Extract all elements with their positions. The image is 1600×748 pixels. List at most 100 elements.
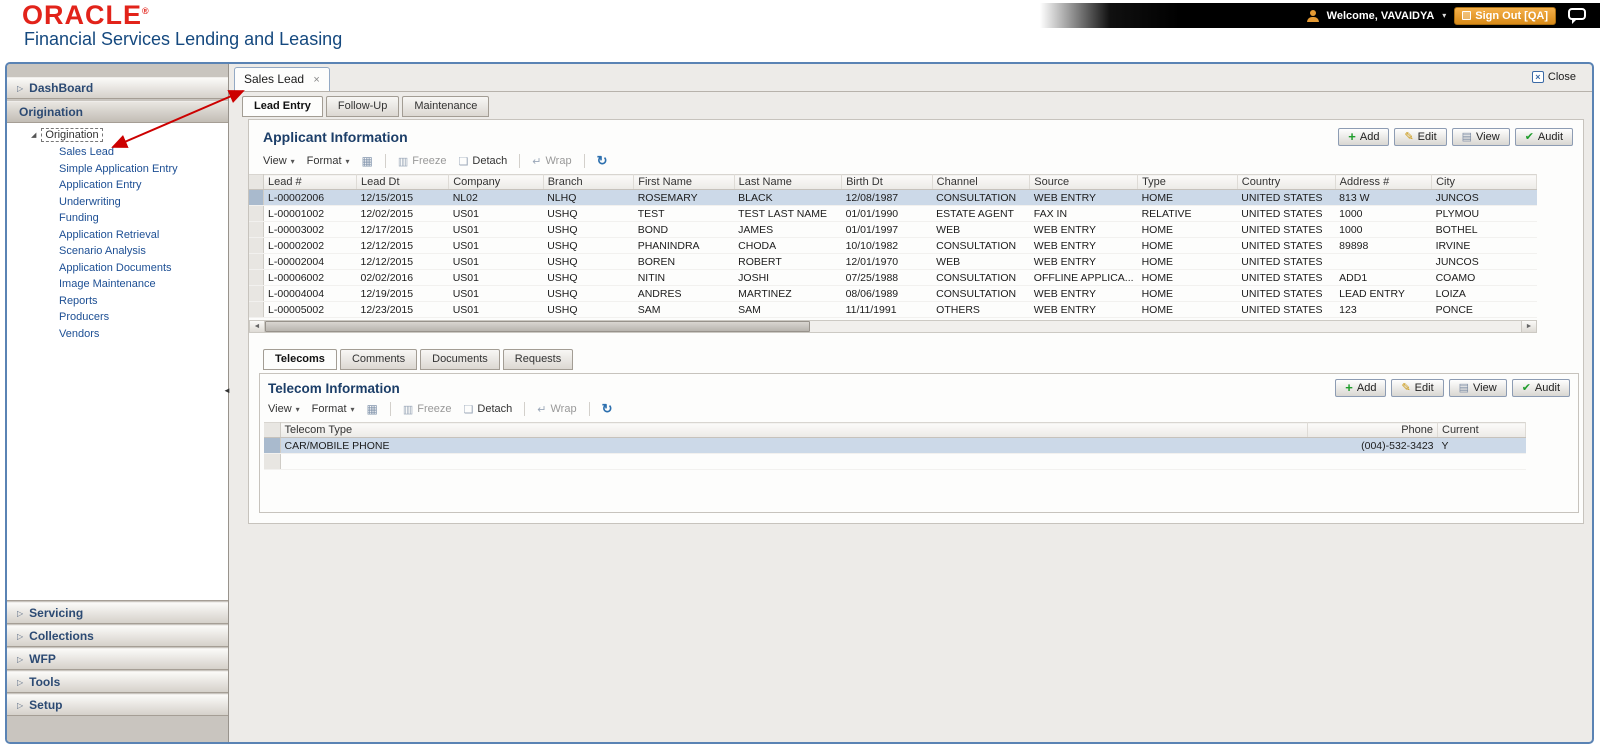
cell: 12/17/2015 — [356, 221, 449, 238]
horizontal-scrollbar[interactable]: ◄ ► — [249, 320, 1537, 333]
row-gutter[interactable] — [264, 437, 281, 454]
table-row[interactable]: L-00005002 12/23/2015 US01 USHQ SAM SAM 11/11/… — [249, 301, 1537, 318]
sidebar-item-producers[interactable]: Producers — [7, 309, 228, 326]
sidebar-item-simple-application-entry[interactable]: Simple Application Entry — [7, 161, 228, 178]
wrap-button[interactable]: ↵ Wrap — [532, 155, 571, 168]
sidebar-item-application-documents[interactable]: Application Documents — [7, 260, 228, 277]
column-header-company[interactable]: Company — [448, 174, 544, 190]
wrap-button[interactable]: ↵ Wrap — [537, 403, 576, 416]
sidebar-item-funding[interactable]: Funding — [7, 210, 228, 227]
column-header-source[interactable]: Source — [1029, 174, 1139, 190]
sidebar-item-underwriting[interactable]: Underwriting — [7, 194, 228, 211]
scrollbar-thumb[interactable] — [265, 321, 810, 332]
table-row[interactable]: CAR/MOBILE PHONE (004)-532-3423 Y — [264, 437, 1526, 454]
column-header-address-[interactable]: Address # — [1335, 174, 1433, 190]
table-row[interactable]: L-00003002 12/17/2015 US01 USHQ BOND JAMES 01/… — [249, 221, 1537, 238]
edit-button[interactable]: ✎ Edit — [1394, 128, 1447, 146]
scroll-left-button[interactable]: ◄ — [250, 321, 265, 332]
sidebar-section-origination[interactable]: Origination — [7, 101, 228, 123]
column-header-current[interactable]: Current — [1437, 422, 1526, 438]
section-label: Setup — [29, 698, 63, 712]
row-gutter[interactable] — [249, 285, 264, 302]
format-menu[interactable]: Format ▾ — [312, 403, 355, 415]
cell: UNITED STATES — [1237, 237, 1336, 254]
sidebar-item-application-entry[interactable]: Application Entry — [7, 177, 228, 194]
detach-button[interactable]: ❏ Detach — [464, 403, 513, 416]
tree-node-origination[interactable]: ◢ Origination — [7, 128, 228, 142]
add-button[interactable]: + Add — [1335, 379, 1387, 397]
column-header-branch[interactable]: Branch — [543, 174, 635, 190]
refresh-icon[interactable]: ↻ — [597, 153, 608, 169]
tab-telecoms[interactable]: Telecoms — [263, 349, 337, 370]
row-gutter[interactable] — [249, 253, 264, 270]
sidebar-item-application-retrieval[interactable]: Application Retrieval — [7, 227, 228, 244]
tab-documents[interactable]: Documents — [420, 349, 500, 370]
chat-icon[interactable] — [1568, 7, 1586, 24]
close-button[interactable]: × Close — [1531, 71, 1576, 83]
tab-comments[interactable]: Comments — [339, 349, 418, 370]
tab-requests[interactable]: Requests — [502, 349, 574, 370]
sidebar-item-sales-lead[interactable]: Sales Lead — [7, 144, 228, 161]
column-header-last-name[interactable]: Last Name — [734, 174, 843, 190]
export-icon[interactable]: ▦ — [367, 402, 378, 416]
column-header-telecom-type[interactable]: Telecom Type — [280, 422, 1308, 438]
sidebar-section-servicing[interactable]: ▷ Servicing — [7, 602, 228, 624]
column-header-first-name[interactable]: First Name — [633, 174, 735, 190]
column-header-city[interactable]: City — [1431, 174, 1537, 190]
column-header-lead-[interactable]: Lead # — [263, 174, 357, 190]
tab-follow-up[interactable]: Follow-Up — [325, 96, 400, 117]
applicant-table: Lead # Lead Dt Company Branch First Name Last… — [249, 174, 1537, 318]
welcome-menu[interactable]: Welcome, VAVAIDYA — [1327, 10, 1435, 22]
tab-lead-entry[interactable]: Lead Entry — [242, 96, 323, 117]
column-header-lead-dt[interactable]: Lead Dt — [356, 174, 450, 190]
column-header-type[interactable]: Type — [1137, 174, 1238, 190]
view-button[interactable]: ▤ View — [1451, 128, 1510, 146]
table-row[interactable]: L-00002004 12/12/2015 US01 USHQ BOREN ROBERT 1… — [249, 253, 1537, 270]
column-header-country[interactable]: Country — [1237, 174, 1336, 190]
sidebar-item-scenario-analysis[interactable]: Scenario Analysis — [7, 243, 228, 260]
view-button[interactable]: ▤ View — [1448, 379, 1507, 397]
sidebar-item-reports[interactable]: Reports — [7, 293, 228, 310]
table-row[interactable]: L-00002002 12/12/2015 US01 USHQ PHANINDRA CHO… — [249, 237, 1537, 254]
column-header-channel[interactable]: Channel — [932, 174, 1031, 190]
cell: 12/19/2015 — [356, 285, 449, 302]
refresh-icon[interactable]: ↻ — [602, 401, 613, 417]
row-gutter[interactable] — [249, 189, 264, 206]
tab-maintenance[interactable]: Maintenance — [402, 96, 490, 117]
row-gutter[interactable] — [249, 221, 264, 238]
sidebar-section-setup[interactable]: ▷ Setup — [7, 694, 228, 716]
column-header-birth-dt[interactable]: Birth Dt — [841, 174, 933, 190]
scrollbar-track[interactable] — [265, 321, 1521, 332]
detach-button[interactable]: ❏ Detach — [459, 155, 508, 168]
column-header-phone[interactable]: Phone — [1307, 422, 1438, 438]
sidebar-item-vendors[interactable]: Vendors — [7, 326, 228, 343]
table-row[interactable]: L-00006002 02/02/2016 US01 USHQ NITIN JOSHI 07… — [249, 269, 1537, 286]
table-row[interactable]: L-00004004 12/19/2015 US01 USHQ ANDRES MARTIN… — [249, 285, 1537, 302]
freeze-button[interactable]: ▥ Freeze — [398, 155, 447, 168]
sidebar-collapse-handle[interactable]: ◄ — [223, 386, 231, 395]
row-gutter[interactable] — [249, 301, 264, 318]
add-button[interactable]: + Add — [1338, 128, 1390, 146]
scroll-right-button[interactable]: ► — [1521, 321, 1536, 332]
table-row[interactable]: L-00002006 12/15/2015 NL02 NLHQ ROSEMARY BLAC… — [249, 189, 1537, 206]
row-gutter[interactable] — [249, 269, 264, 286]
table-row[interactable]: L-00001002 12/02/2015 US01 USHQ TEST TEST LAS… — [249, 205, 1537, 222]
sidebar-item-image-maintenance[interactable]: Image Maintenance — [7, 276, 228, 293]
tab-close-icon[interactable]: × — [313, 74, 319, 86]
row-gutter[interactable] — [249, 237, 264, 254]
freeze-button[interactable]: ▥ Freeze — [403, 403, 452, 416]
row-gutter[interactable] — [249, 205, 264, 222]
sign-out-button[interactable]: Sign Out [QA] — [1454, 6, 1556, 25]
sidebar-section-collections[interactable]: ▷ Collections — [7, 625, 228, 647]
sidebar-section-wfp[interactable]: ▷ WFP — [7, 648, 228, 670]
export-icon[interactable]: ▦ — [362, 154, 373, 168]
sidebar-section-dashboard[interactable]: ▷ DashBoard — [7, 77, 228, 99]
format-menu[interactable]: Format ▾ — [307, 155, 350, 167]
sidebar-section-tools[interactable]: ▷ Tools — [7, 671, 228, 693]
audit-button[interactable]: ✔ Audit — [1514, 128, 1573, 146]
tab-sales-lead[interactable]: Sales Lead × — [234, 67, 330, 91]
audit-button[interactable]: ✔ Audit — [1511, 379, 1570, 397]
view-menu[interactable]: View ▾ — [268, 403, 300, 415]
edit-button[interactable]: ✎ Edit — [1391, 379, 1444, 397]
view-menu[interactable]: View ▾ — [263, 155, 295, 167]
